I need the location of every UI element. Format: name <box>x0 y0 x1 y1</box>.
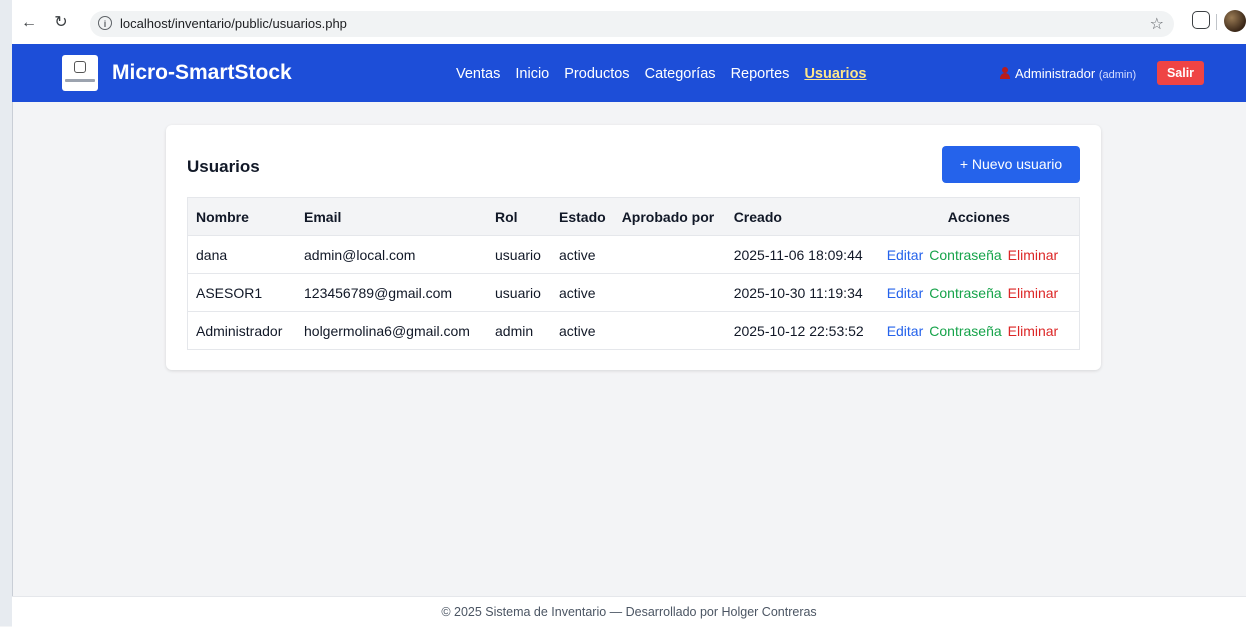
table-header-row: Nombre Email Rol Estado Aprobado por Cre… <box>187 197 1080 236</box>
delete-link[interactable]: Eliminar <box>1008 323 1059 339</box>
cell-rol: usuario <box>487 235 551 274</box>
nav-categorias[interactable]: Categorías <box>645 66 716 82</box>
nav-inicio[interactable]: Inicio <box>515 66 549 82</box>
table-row: dana admin@local.com usuario active 2025… <box>187 235 1080 274</box>
extensions-icon[interactable] <box>1192 11 1210 29</box>
password-link[interactable]: Contraseña <box>929 323 1001 339</box>
delete-link[interactable]: Eliminar <box>1008 247 1059 263</box>
cell-email: admin@local.com <box>296 235 487 274</box>
edit-link[interactable]: Editar <box>887 285 924 301</box>
col-creado: Creado <box>725 197 879 236</box>
col-email: Email <box>296 197 487 236</box>
cell-aprobado-por <box>613 273 726 312</box>
cell-nombre: dana <box>187 235 296 274</box>
cell-email: holgermolina6@gmail.com <box>296 311 487 350</box>
nav-reportes[interactable]: Reportes <box>731 66 790 82</box>
cell-rol: usuario <box>487 273 551 312</box>
password-link[interactable]: Contraseña <box>929 285 1001 301</box>
page-footer: © 2025 Sistema de Inventario — Desarroll… <box>12 596 1246 627</box>
cell-rol: admin <box>487 311 551 350</box>
brand-name[interactable]: Micro-SmartStock <box>112 61 292 85</box>
profile-avatar[interactable] <box>1224 10 1246 32</box>
users-card: Usuarios + Nuevo usuario Nombre Email Ro… <box>166 125 1101 370</box>
app-navbar: Micro-SmartStock Ventas Inicio Productos… <box>12 44 1246 102</box>
password-link[interactable]: Contraseña <box>929 247 1001 263</box>
table-row: ASESOR1 123456789@gmail.com usuario acti… <box>187 273 1080 312</box>
nav-ventas[interactable]: Ventas <box>456 66 500 82</box>
edit-link[interactable]: Editar <box>887 247 924 263</box>
cell-aprobado-por <box>613 235 726 274</box>
cell-estado: active <box>551 273 614 312</box>
col-estado: Estado <box>551 197 614 236</box>
user-name: Administrador <box>1015 66 1096 81</box>
cell-email: 123456789@gmail.com <box>296 273 487 312</box>
edit-link[interactable]: Editar <box>887 323 924 339</box>
cube-icon <box>74 61 86 73</box>
browser-toolbar: ← ↻ i localhost/inventario/public/usuari… <box>12 0 1246 45</box>
col-aprobado-por: Aprobado por <box>613 197 726 236</box>
back-arrow-icon[interactable]: ← <box>20 14 38 32</box>
delete-link[interactable]: Eliminar <box>1008 285 1059 301</box>
cell-creado: 2025-10-30 11:19:34 <box>725 273 879 312</box>
reload-icon[interactable]: ↻ <box>52 14 70 32</box>
col-rol: Rol <box>487 197 551 236</box>
cell-nombre: Administrador <box>187 311 296 350</box>
cell-estado: active <box>551 235 614 274</box>
users-table: Nombre Email Rol Estado Aprobado por Cre… <box>187 197 1080 350</box>
cell-acciones: Editar Contraseña Eliminar <box>878 273 1080 312</box>
cell-acciones: Editar Contraseña Eliminar <box>878 235 1080 274</box>
user-icon <box>1000 67 1010 79</box>
new-user-button[interactable]: + Nuevo usuario <box>942 146 1080 183</box>
cell-acciones: Editar Contraseña Eliminar <box>878 311 1080 350</box>
cell-aprobado-por <box>613 311 726 350</box>
cell-creado: 2025-10-12 22:53:52 <box>725 311 879 350</box>
col-acciones: Acciones <box>878 197 1080 236</box>
cell-nombre: ASESOR1 <box>187 273 296 312</box>
logout-button[interactable]: Salir <box>1157 61 1204 85</box>
address-bar[interactable]: i localhost/inventario/public/usuarios.p… <box>90 11 1174 37</box>
main-menu: Ventas Inicio Productos Categorías Repor… <box>456 66 878 82</box>
logo-caption <box>65 79 95 82</box>
table-row: Administrador holgermolina6@gmail.com ad… <box>187 311 1080 350</box>
nav-productos[interactable]: Productos <box>564 66 629 82</box>
user-role: (admin) <box>1098 69 1137 81</box>
cell-creado: 2025-11-06 18:09:44 <box>725 235 879 274</box>
toolbar-divider <box>1216 14 1217 30</box>
address-url[interactable]: localhost/inventario/public/usuarios.php <box>120 16 347 31</box>
page-title: Usuarios <box>187 157 260 176</box>
col-nombre: Nombre <box>187 197 296 236</box>
site-info-icon[interactable]: i <box>98 16 112 30</box>
favorite-star-icon[interactable]: ☆ <box>1150 14 1164 34</box>
current-user: Administrador (admin) <box>1000 66 1136 81</box>
nav-usuarios[interactable]: Usuarios <box>804 66 866 82</box>
brand-logo[interactable] <box>62 55 98 91</box>
cell-estado: active <box>551 311 614 350</box>
